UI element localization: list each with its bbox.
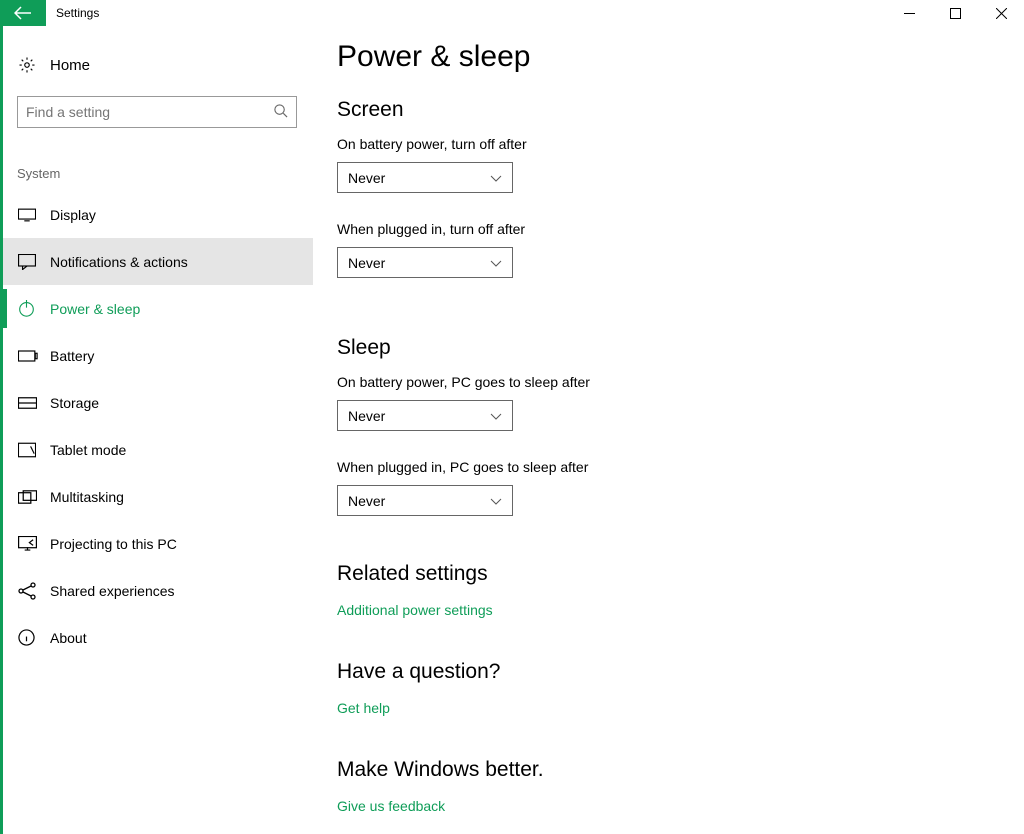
sidebar-item-tablet[interactable]: Tablet mode [3,426,313,473]
gear-icon [18,56,46,74]
sidebar-item-storage[interactable]: Storage [3,379,313,426]
sidebar-item-label: Notifications & actions [50,254,188,270]
dropdown-value: Never [348,170,385,186]
feedback-link[interactable]: Give us feedback [337,798,445,814]
better-heading: Make Windows better. [337,758,977,782]
window-title: Settings [56,6,99,20]
power-icon [18,300,46,317]
sidebar-item-notifications[interactable]: Notifications & actions [3,238,313,285]
sidebar-item-label: Multitasking [50,489,124,505]
dropdown-value: Never [348,255,385,271]
chevron-down-icon [490,408,502,424]
search-input[interactable] [26,104,273,120]
sleep-battery-label: On battery power, PC goes to sleep after [337,374,977,390]
screen-heading: Screen [337,98,977,122]
sidebar-item-display[interactable]: Display [3,191,313,238]
sidebar-item-multitasking[interactable]: Multitasking [3,473,313,520]
arrow-left-icon [14,6,32,20]
shared-icon [18,582,46,600]
close-button[interactable] [978,0,1024,26]
main-content: Power & sleep Screen On battery power, t… [337,40,977,814]
page-title: Power & sleep [337,40,977,74]
titlebar: Settings [0,0,1024,26]
back-button[interactable] [0,0,46,26]
additional-power-link[interactable]: Additional power settings [337,602,493,618]
maximize-icon [950,8,961,19]
close-icon [996,8,1007,19]
sidebar-item-about[interactable]: About [3,614,313,661]
sidebar-item-label: Tablet mode [50,442,126,458]
sidebar-item-label: Shared experiences [50,583,175,599]
sleep-plugged-label: When plugged in, PC goes to sleep after [337,459,977,475]
chevron-down-icon [490,255,502,271]
sidebar-item-projecting[interactable]: Projecting to this PC [3,520,313,567]
screen-battery-label: On battery power, turn off after [337,136,977,152]
dropdown-value: Never [348,493,385,509]
chevron-down-icon [490,170,502,186]
info-icon [18,629,46,646]
maximize-button[interactable] [932,0,978,26]
related-heading: Related settings [337,562,977,586]
sidebar-group-title: System [17,166,313,181]
sidebar-item-battery[interactable]: Battery [3,332,313,379]
sidebar-item-label: Display [50,207,96,223]
sidebar-item-power-sleep[interactable]: Power & sleep [3,285,313,332]
home-label: Home [50,57,90,74]
monitor-icon [18,208,46,222]
chevron-down-icon [490,493,502,509]
search-box[interactable] [17,96,297,128]
screen-battery-dropdown[interactable]: Never [337,162,513,193]
search-icon [273,103,288,121]
get-help-link[interactable]: Get help [337,700,390,716]
screen-plugged-label: When plugged in, turn off after [337,221,977,237]
minimize-button[interactable] [886,0,932,26]
screen-plugged-dropdown[interactable]: Never [337,247,513,278]
sidebar-item-label: Battery [50,348,94,364]
sidebar-item-label: Storage [50,395,99,411]
projecting-icon [18,536,46,551]
tablet-icon [18,442,46,458]
sidebar-item-label: Power & sleep [50,301,140,317]
dropdown-value: Never [348,408,385,424]
message-icon [18,254,46,270]
sleep-battery-dropdown[interactable]: Never [337,400,513,431]
sidebar-item-label: About [50,630,87,646]
sidebar-home[interactable]: Home [3,40,313,90]
sidebar-item-label: Projecting to this PC [50,536,177,552]
minimize-icon [904,8,915,19]
battery-icon [18,350,46,362]
sidebar: Home System Display Notifications & acti… [3,40,313,661]
sidebar-item-shared[interactable]: Shared experiences [3,567,313,614]
multitask-icon [18,490,46,504]
question-heading: Have a question? [337,660,977,684]
storage-icon [18,397,46,409]
sleep-heading: Sleep [337,336,977,360]
sleep-plugged-dropdown[interactable]: Never [337,485,513,516]
